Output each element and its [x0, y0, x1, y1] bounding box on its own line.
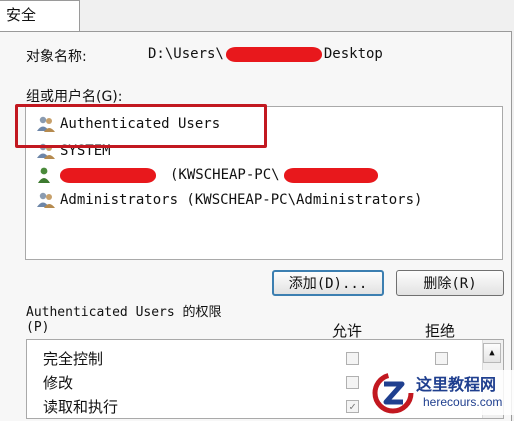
perm-read-execute: 读取和执行: [43, 398, 119, 416]
checkbox-read-execute-allow[interactable]: ✓: [346, 400, 359, 413]
perm-full-control: 完全控制: [43, 350, 104, 368]
groups-label: 组或用户名(G):: [26, 89, 123, 105]
object-path-prefix: D:\Users\: [148, 46, 224, 62]
user-icon: [38, 167, 50, 183]
list-item-label: (KWSCHEAP-PC\: [170, 167, 280, 183]
column-deny: 拒绝: [425, 322, 456, 340]
list-item-user[interactable]: (KWSCHEAP-PC\: [36, 164, 378, 186]
checkbox-full-control-deny[interactable]: [435, 352, 448, 365]
permissions-title: Authenticated Users 的权限: [26, 305, 222, 320]
chevron-up-icon: ▲: [489, 348, 495, 358]
redaction-mark: [60, 167, 156, 183]
highlight-box: [15, 104, 267, 148]
watermark-brand: 这里教程网: [416, 375, 497, 394]
tab-security[interactable]: 安全: [0, 0, 80, 32]
add-button[interactable]: 添加(D)...: [272, 270, 384, 296]
object-name-label: 对象名称:: [26, 49, 87, 65]
list-item-label: Administrators (KWSCHEAP-PC\Administrato…: [60, 192, 423, 208]
permissions-access-key: (P): [26, 320, 50, 335]
watermark-logo-icon: [372, 372, 414, 414]
users-icon: [37, 192, 55, 208]
perm-modify: 修改: [43, 374, 74, 392]
watermark-url: herecours.com: [423, 395, 503, 409]
checkbox-modify-allow[interactable]: [346, 376, 359, 389]
list-item-administrators[interactable]: Administrators (KWSCHEAP-PC\Administrato…: [36, 189, 422, 211]
remove-button[interactable]: 删除(R): [396, 270, 504, 296]
object-path-suffix: Desktop: [323, 46, 383, 62]
redaction-mark: [225, 46, 322, 62]
checkbox-full-control-allow[interactable]: [346, 352, 359, 365]
scroll-up-button[interactable]: ▲: [483, 343, 501, 363]
redaction-mark: [283, 167, 378, 183]
column-allow: 允许: [332, 322, 363, 340]
object-path: D:\Users\ Desktop: [148, 46, 383, 62]
